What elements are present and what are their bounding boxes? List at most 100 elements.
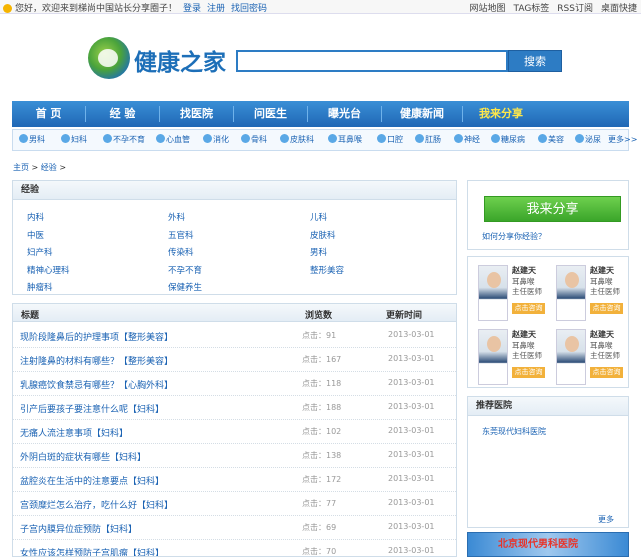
article-link[interactable]: 乳腺癌饮食禁忌有哪些？【心胸外科】 <box>20 378 173 391</box>
share-help-link[interactable]: 如何分享你经验？ <box>482 231 546 242</box>
doctor-photo <box>478 329 508 385</box>
doctor-name: 赵建天 <box>590 266 614 275</box>
diabetes-icon <box>491 134 500 143</box>
view-count: 点击：69 <box>302 523 337 532</box>
beauty-icon <box>538 134 547 143</box>
article-link[interactable]: 盆腔炎在生活中的注意要点【妇科】 <box>20 474 164 487</box>
category-link[interactable]: 皮肤科 <box>310 229 336 241</box>
site-logo[interactable]: 健康之家 <box>88 37 228 81</box>
doctor-title: 主任医师 <box>590 351 620 360</box>
table-row: 注射隆鼻的材料有哪些？【整形美容】 点击：167 2013-03-01 <box>13 348 456 372</box>
update-date: 2013-03-01 <box>388 330 435 339</box>
dept-beauty[interactable]: 美容 <box>538 134 564 145</box>
desktop-shortcut-link[interactable]: 桌面快捷 <box>601 4 637 14</box>
breadcrumb-current[interactable]: 经验 <box>41 163 57 172</box>
article-link[interactable]: 注射隆鼻的材料有哪些？【整形美容】 <box>20 354 173 367</box>
article-link[interactable]: 女性应该怎样预防子宫肌瘤【妇科】 <box>20 546 164 556</box>
experience-category-panel: 经验 内科 外科 儿科 中医 五官科 皮肤科 妇产科 传染科 男科 精神心理科 … <box>12 180 457 295</box>
dept-anorectal[interactable]: 肛肠 <box>415 134 441 145</box>
nav-share[interactable]: 我来分享 <box>463 101 539 127</box>
header-updated: 更新时间 <box>386 311 423 321</box>
nav-health-news[interactable]: 健康新闻 <box>382 101 462 127</box>
nav-home[interactable]: 首 页 <box>12 101 85 127</box>
dept-infertility[interactable]: 不孕不育 <box>103 134 145 145</box>
dept-oral[interactable]: 口腔 <box>377 134 403 145</box>
nav-ask-doctor[interactable]: 问医生 <box>234 101 307 127</box>
article-link[interactable]: 引产后要孩子要注意什么呢【妇科】 <box>20 402 164 415</box>
category-link[interactable]: 儿科 <box>310 211 327 223</box>
update-date: 2013-03-01 <box>388 498 435 507</box>
update-date: 2013-03-01 <box>388 378 435 387</box>
tag-link[interactable]: TAG标签 <box>514 4 550 14</box>
category-link[interactable]: 外科 <box>168 211 185 223</box>
dept-diabetes[interactable]: 糖尿病 <box>491 134 525 145</box>
table-row: 女性应该怎样预防子宫肌瘤【妇科】 点击：70 2013-03-01 <box>13 540 456 556</box>
dept-digestive[interactable]: 消化 <box>203 134 229 145</box>
doctor-photo <box>556 265 586 321</box>
dept-urology[interactable]: 泌尿 <box>575 134 601 145</box>
doctor-card: 赵建天 耳鼻喉 主任医师 点击咨询 <box>556 265 630 327</box>
header-views: 浏览数 <box>305 311 333 321</box>
heart-icon <box>156 134 165 143</box>
hospital-banner[interactable]: 北京现代男科医院 <box>467 532 629 557</box>
category-link[interactable]: 保健养生 <box>168 281 202 293</box>
doctor-title: 主任医师 <box>512 287 542 296</box>
breadcrumb-home[interactable]: 主页 <box>13 163 29 172</box>
table-row: 引产后要孩子要注意什么呢【妇科】 点击：188 2013-03-01 <box>13 396 456 420</box>
dept-label: 妇科 <box>71 135 87 144</box>
article-link[interactable]: 子宫内膜异位症预防【妇科】 <box>20 522 137 535</box>
view-count: 点击：188 <box>302 403 342 412</box>
site-map-link[interactable]: 网站地图 <box>470 4 506 14</box>
view-count: 点击：77 <box>302 499 337 508</box>
category-link[interactable]: 五官科 <box>168 229 194 241</box>
rss-link[interactable]: RSS订阅 <box>557 4 593 14</box>
update-date: 2013-03-01 <box>388 474 435 483</box>
nav-experience[interactable]: 经 验 <box>86 101 159 127</box>
share-button[interactable]: 我来分享 <box>484 196 621 222</box>
hospital-link[interactable]: 东莞现代妇科医院 <box>482 426 546 437</box>
dept-gyn[interactable]: 妇科 <box>61 134 87 145</box>
article-table: 标题 浏览数 更新时间 现阶段隆鼻后的护理事项【整形美容】 点击：91 2013-0… <box>12 303 457 557</box>
consult-button[interactable]: 点击咨询 <box>590 303 623 314</box>
nav-exposure[interactable]: 曝光台 <box>308 101 381 127</box>
category-link[interactable]: 中医 <box>27 229 44 241</box>
top-bar: 您好，欢迎来到梯尚中国站长分享圈子！ 登录 注册 找回密码 网站地图 TAG标签 RSS订… <box>0 0 641 14</box>
more-link[interactable]: 更多 <box>598 514 614 525</box>
category-link[interactable]: 肿瘤科 <box>27 281 53 293</box>
dept-neuro[interactable]: 神经 <box>454 134 480 145</box>
dept-male[interactable]: 男科 <box>19 134 45 145</box>
doctor-card: 赵建天 耳鼻喉 主任医师 点击咨询 <box>556 329 630 391</box>
register-link[interactable]: 注册 <box>207 4 225 14</box>
category-link[interactable]: 不孕不育 <box>168 264 202 276</box>
article-link[interactable]: 无痛人流注意事项【妇科】 <box>20 426 128 439</box>
category-link[interactable]: 整形美容 <box>310 264 344 276</box>
article-link[interactable]: 现阶段隆鼻后的护理事项【整形美容】 <box>20 330 173 343</box>
dept-ortho[interactable]: 骨科 <box>241 134 267 145</box>
category-link[interactable]: 精神心理科 <box>27 264 70 276</box>
article-link[interactable]: 外阴白斑的症状有哪些【妇科】 <box>20 450 146 463</box>
panel-title: 推荐医院 <box>468 397 628 416</box>
login-link[interactable]: 登录 <box>183 4 201 14</box>
consult-button[interactable]: 点击咨询 <box>590 367 623 378</box>
update-date: 2013-03-01 <box>388 426 435 435</box>
nav-find-hospital[interactable]: 找医院 <box>160 101 233 127</box>
search-button[interactable]: 搜索 <box>508 50 562 72</box>
dept-cardio[interactable]: 心血管 <box>156 134 190 145</box>
dept-skin[interactable]: 皮肤科 <box>280 134 314 145</box>
main-nav: 首 页 经 验 找医院 问医生 曝光台 健康新闻 我来分享 <box>12 101 629 127</box>
table-header: 标题 浏览数 更新时间 <box>13 304 456 322</box>
consult-button[interactable]: 点击咨询 <box>512 303 545 314</box>
category-link[interactable]: 男科 <box>310 246 327 258</box>
dept-more[interactable]: 更多>> <box>608 134 637 145</box>
category-link[interactable]: 妇产科 <box>27 246 53 258</box>
table-row: 宫颈糜烂怎么治疗，吃什么好【妇科】 点击：77 2013-03-01 <box>13 492 456 516</box>
category-link[interactable]: 内科 <box>27 211 44 223</box>
consult-button[interactable]: 点击咨询 <box>512 367 545 378</box>
category-link[interactable]: 传染科 <box>168 246 194 258</box>
dept-ent[interactable]: 耳鼻喉 <box>328 134 362 145</box>
search-input[interactable] <box>236 50 508 72</box>
table-row: 无痛人流注意事项【妇科】 点击：102 2013-03-01 <box>13 420 456 444</box>
top-links: 网站地图 TAG标签 RSS订阅 桌面快捷 <box>462 1 638 14</box>
find-password-link[interactable]: 找回密码 <box>231 4 267 14</box>
article-link[interactable]: 宫颈糜烂怎么治疗，吃什么好【妇科】 <box>20 498 173 511</box>
